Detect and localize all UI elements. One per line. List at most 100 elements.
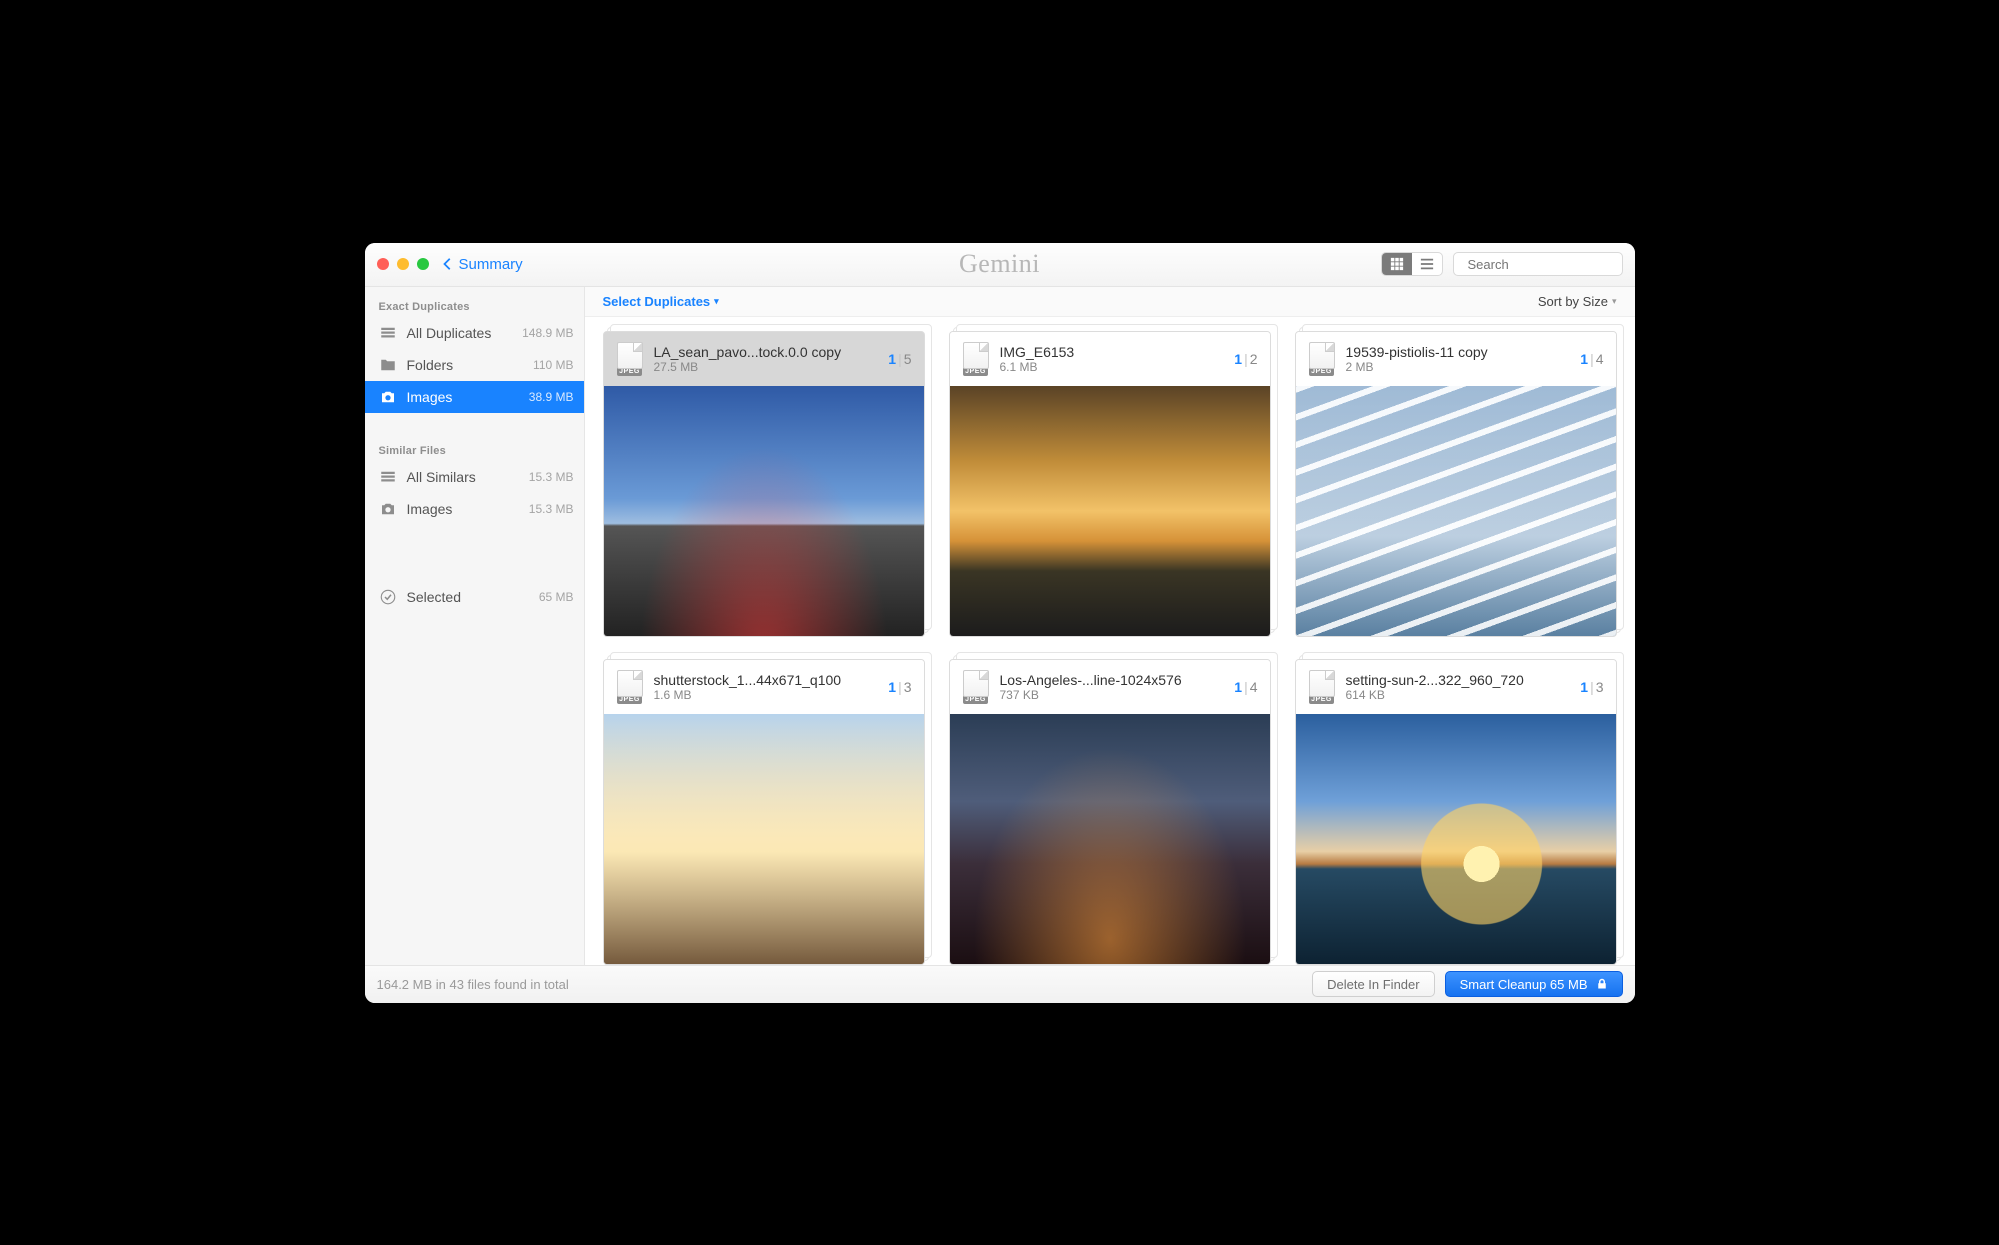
cleanup-label: Smart Cleanup 65 MB (1460, 977, 1588, 992)
close-icon[interactable] (377, 258, 389, 270)
delete-in-finder-button[interactable]: Delete In Finder (1312, 971, 1435, 997)
list-icon (1420, 257, 1434, 271)
grid-icon (1390, 257, 1404, 271)
search-field[interactable] (1453, 252, 1623, 276)
traffic-lights (377, 258, 429, 270)
card-header: JPEG setting-sun-2...322_960_720 614 KB … (1296, 660, 1616, 714)
sidebar-item-size: 148.9 MB (522, 326, 573, 340)
select-duplicates-menu[interactable]: Select Duplicates ▾ (603, 294, 719, 309)
file-icon: JPEG (962, 342, 990, 376)
sort-menu[interactable]: Sort by Size ▾ (1538, 294, 1617, 309)
minimize-icon[interactable] (397, 258, 409, 270)
card-header: JPEG Los-Angeles-...line-1024x576 737 KB… (950, 660, 1270, 714)
card-thumbnail (604, 386, 924, 636)
card-count: 1|2 (1234, 351, 1257, 367)
sidebar-item-all-similars[interactable]: All Similars 15.3 MB (365, 461, 584, 493)
search-input[interactable] (1468, 257, 1635, 272)
card-thumbnail (1296, 714, 1616, 964)
sidebar-item-size: 65 MB (539, 590, 574, 604)
content-area: Select Duplicates ▾ Sort by Size ▾ JPEG … (585, 287, 1635, 965)
chevron-down-icon: ▾ (714, 296, 719, 307)
back-button[interactable]: Summary (441, 256, 523, 273)
card-size: 6.1 MB (1000, 360, 1225, 374)
chevron-down-icon: ▾ (1612, 296, 1617, 307)
file-icon: JPEG (1308, 342, 1336, 376)
card-size: 2 MB (1346, 360, 1571, 374)
sidebar-heading-exact: Exact Duplicates (365, 297, 584, 317)
check-circle-icon (379, 588, 397, 606)
duplicate-card[interactable]: JPEG IMG_E6153 6.1 MB 1|2 (949, 331, 1271, 637)
folder-icon (379, 356, 397, 374)
card-title: LA_sean_pavo...tock.0.0 copy (654, 344, 879, 360)
sidebar-item-label: Images (407, 501, 519, 517)
sidebar-item-images[interactable]: Images 38.9 MB (365, 381, 584, 413)
card-header: JPEG 19539-pistiolis-11 copy 2 MB 1|4 (1296, 332, 1616, 386)
card-count: 1|4 (1580, 351, 1603, 367)
card-title: setting-sun-2...322_960_720 (1346, 672, 1571, 688)
duplicate-card[interactable]: JPEG 19539-pistiolis-11 copy 2 MB 1|4 (1295, 331, 1617, 637)
sidebar-item-size: 38.9 MB (529, 390, 574, 404)
sidebar-item-label: Folders (407, 357, 524, 373)
sidebar-item-similar-images[interactable]: Images 15.3 MB (365, 493, 584, 525)
select-duplicates-label: Select Duplicates (603, 294, 711, 309)
card-size: 27.5 MB (654, 360, 879, 374)
smart-cleanup-button[interactable]: Smart Cleanup 65 MB (1445, 971, 1623, 997)
card-title: Los-Angeles-...line-1024x576 (1000, 672, 1225, 688)
card-title: 19539-pistiolis-11 copy (1346, 344, 1571, 360)
sidebar-item-size: 15.3 MB (529, 502, 574, 516)
lock-icon (1596, 978, 1608, 990)
card-size: 737 KB (1000, 688, 1225, 702)
back-label: Summary (459, 256, 523, 273)
footer: 164.2 MB in 43 files found in total Dele… (365, 965, 1635, 1003)
sidebar-item-selected[interactable]: Selected 65 MB (365, 581, 584, 613)
list-view-button[interactable] (1412, 253, 1442, 275)
sidebar-item-label: All Similars (407, 469, 519, 485)
titlebar: Summary Gemini (365, 243, 1635, 287)
sidebar-item-all-duplicates[interactable]: All Duplicates 148.9 MB (365, 317, 584, 349)
grid-view-button[interactable] (1382, 253, 1412, 275)
sidebar-item-folders[interactable]: Folders 110 MB (365, 349, 584, 381)
duplicate-card[interactable]: JPEG setting-sun-2...322_960_720 614 KB … (1295, 659, 1617, 965)
card-title: IMG_E6153 (1000, 344, 1225, 360)
card-title: shutterstock_1...44x671_q100 (654, 672, 879, 688)
view-toggle (1381, 252, 1443, 276)
status-text: 164.2 MB in 43 files found in total (377, 977, 569, 992)
card-thumbnail (950, 386, 1270, 636)
sidebar-item-label: All Duplicates (407, 325, 513, 341)
chevron-left-icon (441, 257, 455, 271)
sidebar-item-size: 15.3 MB (529, 470, 574, 484)
card-count: 1|3 (1580, 679, 1603, 695)
sort-label: Sort by Size (1538, 294, 1608, 309)
card-count: 1|3 (888, 679, 911, 695)
card-count: 1|5 (888, 351, 911, 367)
maximize-icon[interactable] (417, 258, 429, 270)
sidebar-heading-similar: Similar Files (365, 441, 584, 461)
camera-icon (379, 388, 397, 406)
sidebar-item-size: 110 MB (533, 358, 573, 372)
duplicate-card[interactable]: JPEG LA_sean_pavo...tock.0.0 copy 27.5 M… (603, 331, 925, 637)
card-header: JPEG shutterstock_1...44x671_q100 1.6 MB… (604, 660, 924, 714)
file-icon: JPEG (962, 670, 990, 704)
card-size: 614 KB (1346, 688, 1571, 702)
card-thumbnail (950, 714, 1270, 964)
card-header: JPEG IMG_E6153 6.1 MB 1|2 (950, 332, 1270, 386)
stack-icon (379, 468, 397, 486)
file-icon: JPEG (1308, 670, 1336, 704)
card-count: 1|4 (1234, 679, 1257, 695)
camera-icon (379, 500, 397, 518)
file-icon: JPEG (616, 670, 644, 704)
duplicate-card[interactable]: JPEG shutterstock_1...44x671_q100 1.6 MB… (603, 659, 925, 965)
results-grid: JPEG LA_sean_pavo...tock.0.0 copy 27.5 M… (585, 317, 1635, 965)
sidebar-item-label: Images (407, 389, 519, 405)
card-size: 1.6 MB (654, 688, 879, 702)
sidebar-item-label: Selected (407, 589, 529, 605)
duplicate-card[interactable]: JPEG Los-Angeles-...line-1024x576 737 KB… (949, 659, 1271, 965)
delete-label: Delete In Finder (1327, 977, 1420, 992)
card-thumbnail (1296, 386, 1616, 636)
card-thumbnail (604, 714, 924, 964)
card-header: JPEG LA_sean_pavo...tock.0.0 copy 27.5 M… (604, 332, 924, 386)
stack-icon (379, 324, 397, 342)
content-topbar: Select Duplicates ▾ Sort by Size ▾ (585, 287, 1635, 317)
app-window: Summary Gemini Exact Duplicates (365, 243, 1635, 1003)
sidebar: Exact Duplicates All Duplicates 148.9 MB… (365, 287, 585, 965)
